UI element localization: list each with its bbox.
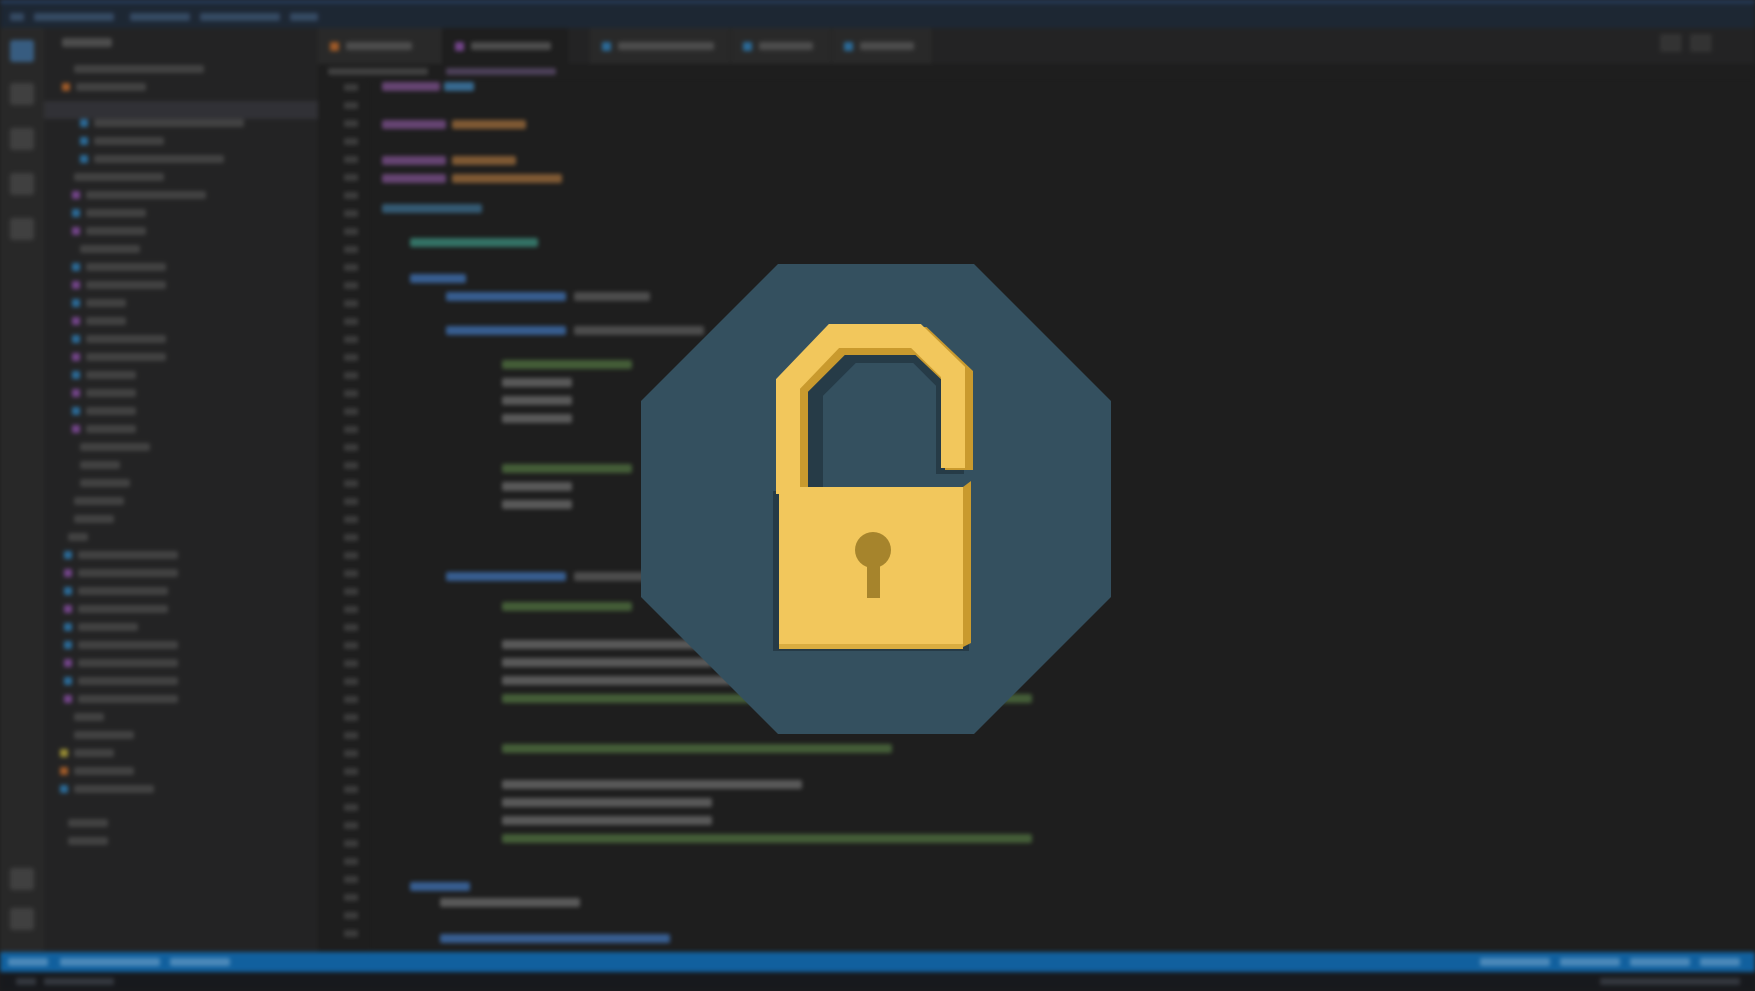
account-icon[interactable] (10, 868, 34, 890)
search-icon[interactable] (10, 83, 34, 105)
keyhole-slot (867, 556, 880, 598)
lock-body-bottom-edge (779, 644, 963, 649)
more-actions-icon[interactable] (1690, 34, 1713, 52)
extensions-icon[interactable] (10, 218, 34, 240)
activity-bar (0, 28, 44, 952)
editor-tab[interactable] (590, 28, 731, 64)
file-explorer-sidebar (44, 28, 318, 952)
lock-body-side (963, 481, 971, 647)
status-bar (0, 952, 1755, 972)
editor-tab[interactable] (731, 28, 832, 64)
editor-tab-active[interactable] (443, 28, 568, 64)
split-editor-icon[interactable] (1660, 34, 1683, 52)
explorer-header (62, 38, 112, 47)
breadcrumb (318, 64, 1755, 80)
line-number-gutter (318, 80, 370, 952)
source-control-icon[interactable] (10, 128, 34, 150)
editor-tab[interactable] (832, 28, 933, 64)
taskbar-strip (0, 972, 1755, 991)
editor-tab-strip (318, 28, 1755, 64)
screen (0, 0, 1755, 991)
settings-gear-icon[interactable] (10, 908, 34, 930)
editor-tab[interactable] (318, 28, 443, 64)
debug-icon[interactable] (10, 173, 34, 195)
title-bar (0, 0, 1755, 31)
explorer-icon[interactable] (10, 40, 34, 62)
unlocked-padlock-icon (641, 264, 1111, 734)
unlocked-padlock-badge (641, 264, 1111, 734)
selected-tree-row[interactable] (44, 101, 318, 119)
